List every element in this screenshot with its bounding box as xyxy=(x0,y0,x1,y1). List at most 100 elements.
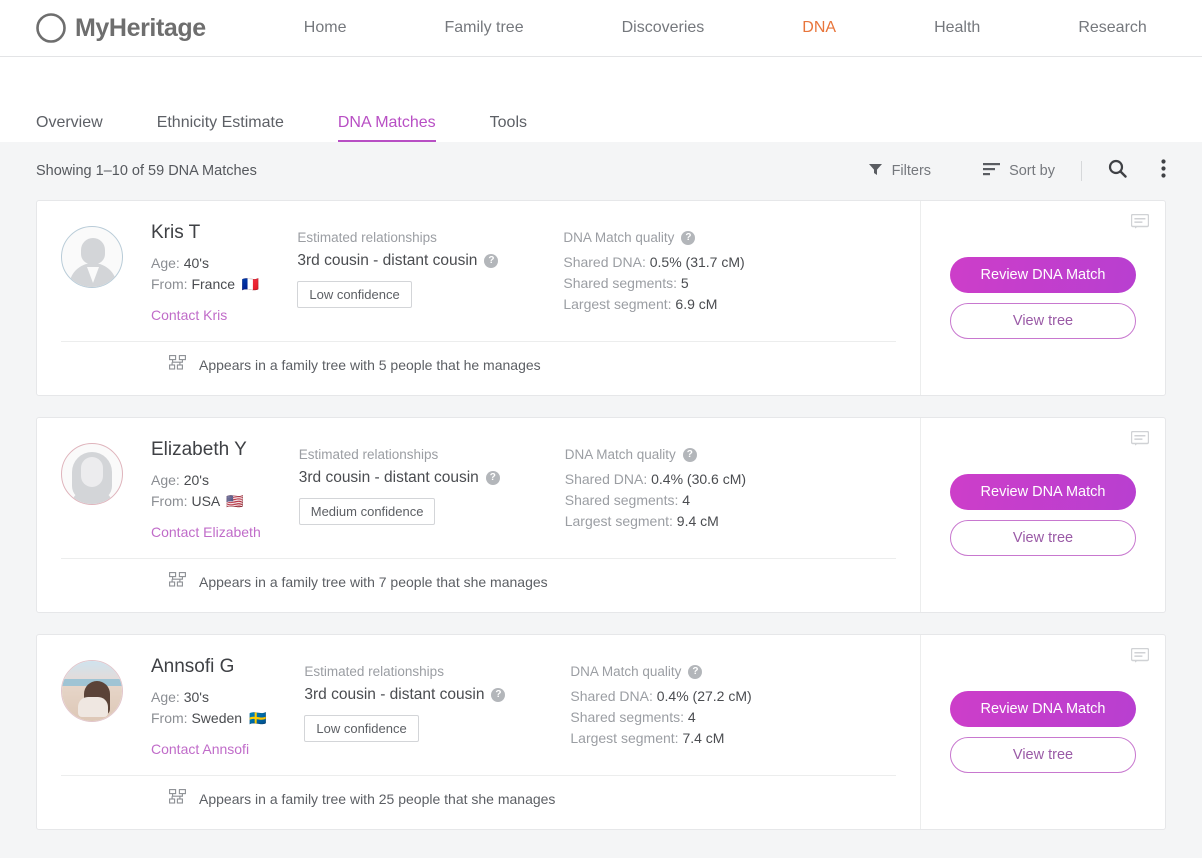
from-value: France xyxy=(191,275,236,292)
more-options-button[interactable] xyxy=(1161,159,1166,183)
from-label: From: xyxy=(151,492,188,509)
shared-dna-row: Shared DNA: 0.4% (30.6 cM) xyxy=(565,469,865,490)
sort-lines-icon xyxy=(983,162,1001,180)
from-label: From: xyxy=(151,709,188,726)
avatar[interactable] xyxy=(61,655,129,759)
shared-dna-value: 0.4% (30.6 cM) xyxy=(651,471,747,487)
dna-subnav: Overview Ethnicity Estimate DNA Matches … xyxy=(0,57,1202,142)
from-value: USA xyxy=(191,492,220,509)
contact-link[interactable]: Contact Annsofi xyxy=(151,741,249,757)
largest-segment-label: Largest segment: xyxy=(564,513,673,529)
confidence-badge[interactable]: Medium confidence xyxy=(298,498,436,525)
from-label: From: xyxy=(151,275,188,292)
tab-ethnicity-estimate[interactable]: Ethnicity Estimate xyxy=(157,114,284,142)
shared-dna-value: 0.5% (31.7 cM) xyxy=(649,254,745,270)
shared-segments-value: 5 xyxy=(680,275,689,291)
nav-item-research[interactable]: Research xyxy=(1064,19,1160,37)
match-actions: Review DNA Match View tree xyxy=(920,418,1165,612)
age-value: 30's xyxy=(183,688,209,705)
confidence-badge[interactable]: Low confidence xyxy=(304,715,419,742)
nav-item-family-tree[interactable]: Family tree xyxy=(430,19,537,37)
family-tree-text: Appears in a family tree with 7 people t… xyxy=(199,573,548,590)
tab-dna-matches[interactable]: DNA Matches xyxy=(337,114,436,142)
avatar[interactable] xyxy=(61,221,129,325)
match-location: From: France 🇫🇷 xyxy=(151,274,259,295)
confidence-badge[interactable]: Low confidence xyxy=(297,281,412,308)
dna-match-card[interactable]: Annsofi G Age: 30's From: Sweden 🇸🇪 Cont… xyxy=(36,634,1166,830)
review-dna-match-button[interactable]: Review DNA Match xyxy=(950,474,1136,510)
question-mark-icon[interactable]: ? xyxy=(484,254,499,268)
match-name[interactable]: Kris T xyxy=(151,222,259,244)
match-name[interactable]: Elizabeth Y xyxy=(151,439,261,461)
family-tree-text: Appears in a family tree with 25 people … xyxy=(199,790,556,807)
dna-match-quality-label: DNA Match quality xyxy=(570,664,682,679)
largest-segment-row: Largest segment: 7.4 cM xyxy=(570,728,870,749)
view-tree-button[interactable]: View tree xyxy=(950,303,1136,339)
match-actions: Review DNA Match View tree xyxy=(920,635,1165,829)
shared-segments-value: 4 xyxy=(682,492,691,508)
question-mark-icon[interactable]: ? xyxy=(491,688,506,702)
avatar[interactable] xyxy=(61,438,129,542)
dna-match-card[interactable]: Kris T Age: 40's From: France 🇫🇷 Contact… xyxy=(36,200,1166,396)
question-mark-icon[interactable]: ? xyxy=(682,447,697,462)
avatar-placeholder-male-icon xyxy=(61,226,123,288)
review-dna-match-button[interactable]: Review DNA Match xyxy=(950,691,1136,727)
question-mark-icon[interactable]: ? xyxy=(485,471,500,485)
match-age: Age: 40's xyxy=(151,253,259,274)
shared-dna-label: Shared DNA: xyxy=(563,254,646,270)
myheritage-logo-icon xyxy=(36,13,66,43)
largest-segment-value: 6.9 cM xyxy=(675,296,718,312)
filter-funnel-icon xyxy=(868,162,883,181)
view-tree-button[interactable]: View tree xyxy=(950,737,1136,773)
card-footer: Appears in a family tree with 25 people … xyxy=(61,774,896,809)
estimated-relationships-column: Estimated relationships 3rd cousin - dis… xyxy=(304,655,570,759)
filters-button[interactable]: Filters xyxy=(868,162,931,181)
largest-segment-row: Largest segment: 9.4 cM xyxy=(565,511,865,532)
filters-label: Filters xyxy=(891,163,932,179)
relationship-value: 3rd cousin - distant cousin xyxy=(304,686,485,703)
country-flag-icon: 🇸🇪 xyxy=(248,709,267,726)
shared-segments-row: Shared segments: 4 xyxy=(570,707,870,728)
question-mark-icon[interactable]: ? xyxy=(681,230,696,245)
from-value: Sweden xyxy=(191,709,243,726)
nav-item-discoveries[interactable]: Discoveries xyxy=(608,19,719,37)
nav-item-health[interactable]: Health xyxy=(920,19,994,37)
age-label: Age: xyxy=(151,688,180,705)
estimated-relationships-column: Estimated relationships 3rd cousin - dis… xyxy=(298,438,565,542)
top-header: MyHeritage Home Family tree Discoveries … xyxy=(0,0,1202,57)
match-name[interactable]: Annsofi G xyxy=(151,656,266,678)
note-comment-icon[interactable] xyxy=(1130,213,1150,235)
tab-overview[interactable]: Overview xyxy=(36,114,103,142)
toolbar-divider xyxy=(1081,161,1082,181)
review-dna-match-button[interactable]: Review DNA Match xyxy=(950,257,1136,293)
dna-match-quality-column: DNA Match quality ? Shared DNA: 0.4% (27… xyxy=(570,655,870,759)
results-count: Showing 1–10 of 59 DNA Matches xyxy=(36,163,257,179)
contact-link[interactable]: Contact Elizabeth xyxy=(151,524,261,540)
age-label: Age: xyxy=(151,254,180,271)
age-label: Age: xyxy=(151,471,180,488)
contact-link[interactable]: Contact Kris xyxy=(151,307,227,323)
view-tree-button[interactable]: View tree xyxy=(950,520,1136,556)
shared-dna-row: Shared DNA: 0.5% (31.7 cM) xyxy=(563,252,863,273)
match-details: Annsofi G Age: 30's From: Sweden 🇸🇪 Cont… xyxy=(37,635,920,829)
note-comment-icon[interactable] xyxy=(1130,647,1150,669)
sort-by-button[interactable]: Sort by xyxy=(983,162,1055,180)
largest-segment-label: Largest segment: xyxy=(570,730,679,746)
match-details: Kris T Age: 40's From: France 🇫🇷 Contact… xyxy=(37,201,920,395)
tab-tools[interactable]: Tools xyxy=(490,114,527,142)
more-vertical-icon xyxy=(1161,159,1166,183)
nav-item-dna[interactable]: DNA xyxy=(788,19,850,37)
note-comment-icon[interactable] xyxy=(1130,430,1150,452)
search-button[interactable] xyxy=(1108,159,1127,183)
question-mark-icon[interactable]: ? xyxy=(688,664,703,679)
shared-dna-value: 0.4% (27.2 cM) xyxy=(656,688,752,704)
brand-logo[interactable]: MyHeritage xyxy=(36,13,206,43)
estimated-relationships-column: Estimated relationships 3rd cousin - dis… xyxy=(297,221,563,325)
dna-match-card[interactable]: Elizabeth Y Age: 20's From: USA 🇺🇸 Conta… xyxy=(36,417,1166,613)
shared-dna-row: Shared DNA: 0.4% (27.2 cM) xyxy=(570,686,870,707)
card-footer: Appears in a family tree with 7 people t… xyxy=(61,557,896,592)
search-icon xyxy=(1108,159,1127,183)
nav-item-home[interactable]: Home xyxy=(290,19,361,37)
age-value: 20's xyxy=(183,471,209,488)
shared-dna-label: Shared DNA: xyxy=(570,688,653,704)
